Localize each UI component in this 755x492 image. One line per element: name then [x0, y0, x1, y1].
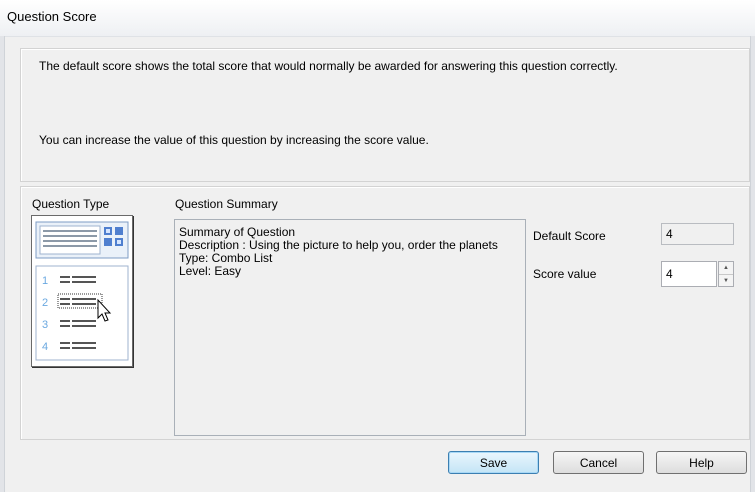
window-frame-left — [0, 36, 5, 492]
info-text-increase-value: You can increase the value of this quest… — [39, 133, 429, 147]
info-panel: The default score shows the total score … — [20, 48, 750, 182]
save-button[interactable]: Save — [448, 451, 539, 474]
question-summary-label: Question Summary — [175, 197, 278, 211]
question-type-label: Question Type — [32, 197, 110, 211]
cancel-button[interactable]: Cancel — [553, 451, 644, 474]
score-value-label: Score value — [533, 267, 597, 281]
spin-down-icon[interactable]: ▼ — [719, 274, 733, 287]
spin-up-icon[interactable]: ▲ — [719, 262, 733, 274]
thumb-number-4: 4 — [42, 341, 48, 353]
thumb-number-3: 3 — [42, 319, 48, 331]
info-text-default-score: The default score shows the total score … — [39, 59, 618, 73]
combo-list-question-icon: 1 2 3 4 — [31, 215, 133, 367]
score-value-spinner: ▲ ▼ — [718, 261, 734, 287]
thumb-number-2: 2 — [42, 297, 48, 309]
thumb-number-1: 1 — [42, 275, 48, 287]
default-score-field[interactable] — [661, 223, 734, 245]
summary-line-level: Level: Easy — [179, 264, 242, 278]
default-score-label: Default Score — [533, 229, 606, 243]
window-title: Question Score — [7, 9, 97, 24]
question-summary-box: Summary of Question Description : Using … — [174, 219, 526, 436]
score-value-field[interactable] — [661, 261, 717, 287]
help-button[interactable]: Help — [656, 451, 747, 474]
title-bar: Question Score — [0, 0, 755, 37]
window-frame-right — [750, 36, 755, 492]
